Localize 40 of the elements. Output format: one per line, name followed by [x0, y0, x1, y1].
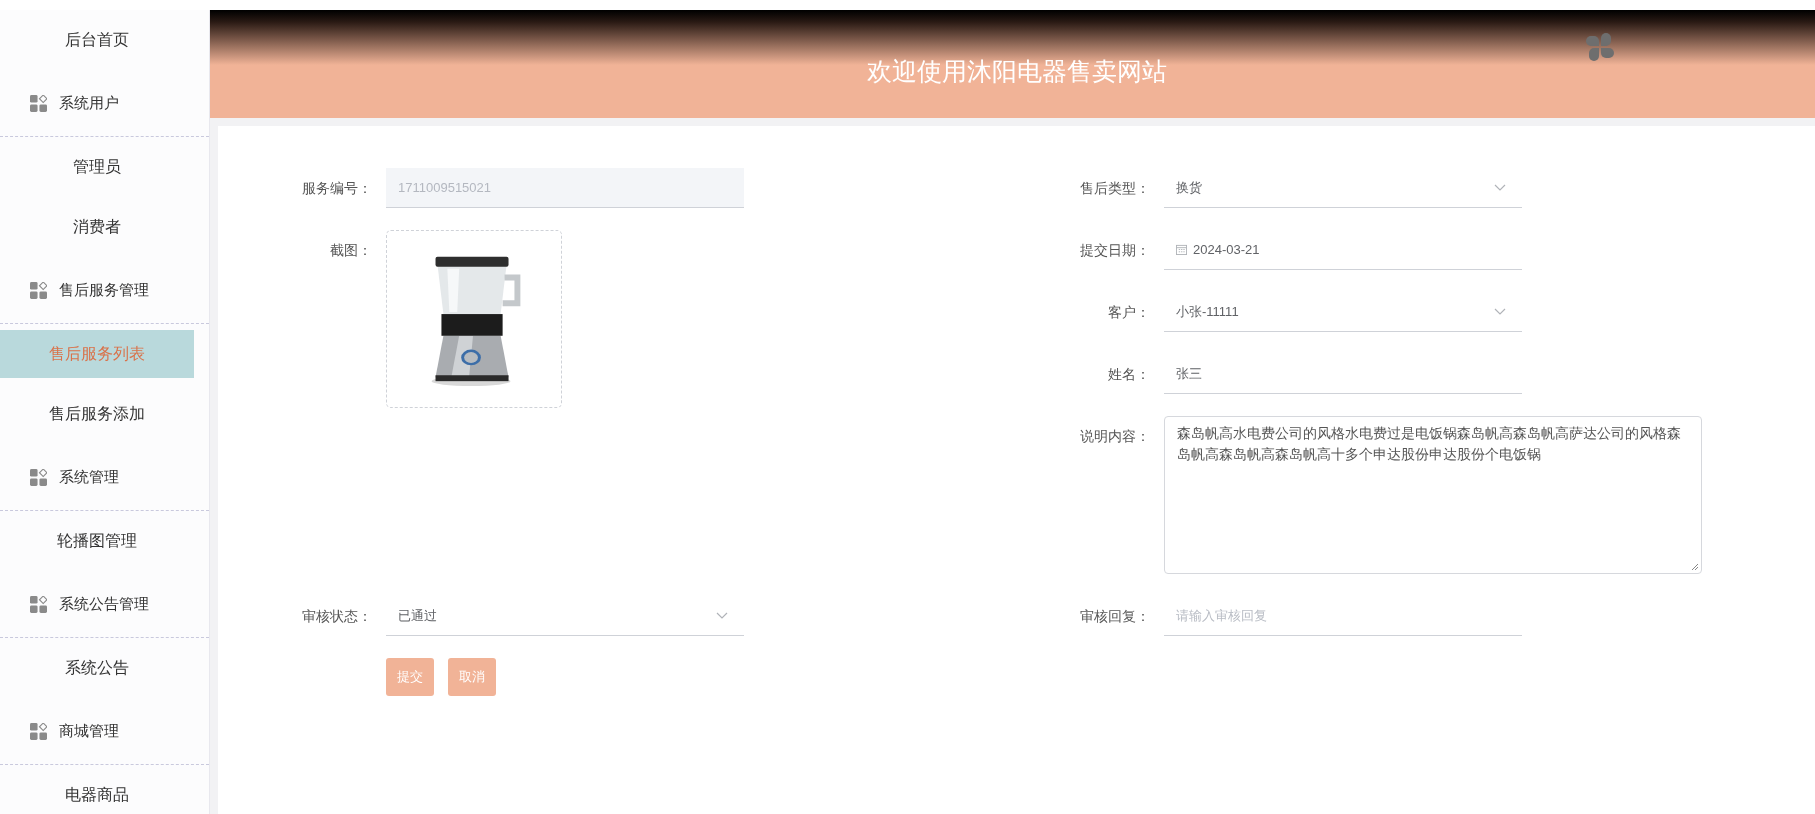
- menu-group[interactable]: 系统公告管理: [30, 588, 149, 620]
- field-label: 截图：: [329, 241, 373, 260]
- field-label: 说明内容：: [1079, 427, 1151, 446]
- select-field[interactable]: 小张-11111: [1164, 292, 1522, 332]
- menu-item[interactable]: 管理员: [0, 143, 194, 191]
- field-label: 客户：: [1107, 303, 1151, 322]
- grid-icon: [30, 468, 47, 486]
- menu-item[interactable]: 售后服务添加: [0, 390, 194, 438]
- field-label: 审核回复：: [1079, 607, 1151, 626]
- menu-item[interactable]: 电器商品: [0, 771, 194, 814]
- menu-group[interactable]: 售后服务管理: [30, 274, 149, 306]
- chevron-down-icon: [1494, 184, 1506, 191]
- chevron-down-icon: [1494, 308, 1506, 315]
- grid-icon: [30, 281, 47, 299]
- field-label: 审核状态：: [301, 607, 373, 626]
- menu-item[interactable]: 系统公告: [0, 644, 194, 692]
- select-field[interactable]: 换货: [1164, 168, 1522, 208]
- menu-item[interactable]: 轮播图管理: [0, 517, 194, 565]
- field-label: 提交日期：: [1079, 241, 1151, 260]
- menu-group[interactable]: 系统用户: [30, 87, 119, 119]
- text-area[interactable]: 森岛帆高水电费公司的风格水电费过是电饭锅森岛帆高森岛帆高萨达公司的风格森岛帆高森岛帆高森岛帆高十多个申达股份申达股份个电饭锅: [1164, 416, 1702, 574]
- menu-group[interactable]: 系统管理: [30, 461, 119, 493]
- input-field[interactable]: 张三: [1164, 354, 1522, 394]
- menu-group[interactable]: 商城管理: [30, 715, 119, 747]
- field-label: 服务编号：: [301, 179, 373, 198]
- field-label: 售后类型：: [1079, 179, 1151, 198]
- field-label: 姓名：: [1107, 365, 1151, 384]
- image-upload[interactable]: [386, 230, 562, 408]
- chevron-down-icon: [716, 612, 728, 619]
- grid-icon[interactable]: [1585, 32, 1615, 62]
- calendar-icon: [1176, 244, 1187, 255]
- date-field[interactable]: 2024-03-21: [1164, 230, 1522, 270]
- page-title: 欢迎使用沐阳电器售卖网站: [866, 55, 1167, 87]
- resize-handle-icon[interactable]: [1691, 563, 1699, 571]
- select-field[interactable]: 已通过: [386, 596, 744, 636]
- grid-icon: [30, 722, 47, 740]
- menu-item[interactable]: 消费者: [0, 203, 194, 251]
- menu-item[interactable]: 后台首页: [0, 16, 194, 64]
- grid-icon: [30, 595, 47, 613]
- grid-icon: [30, 94, 47, 112]
